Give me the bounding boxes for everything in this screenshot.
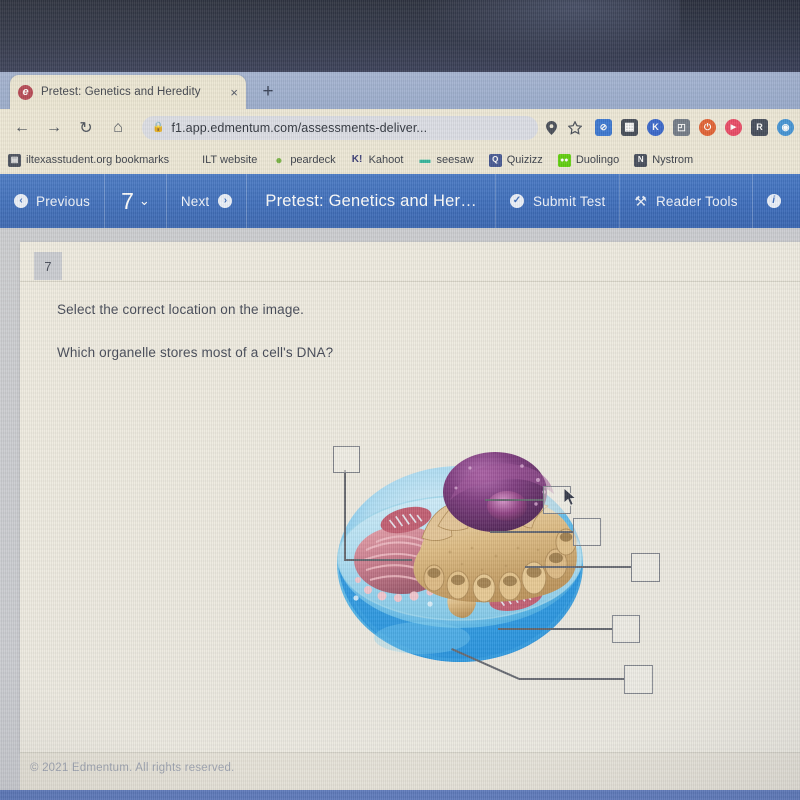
- reading-r-icon[interactable]: R: [751, 119, 768, 136]
- wrench-icon: ⚒: [634, 192, 647, 209]
- bookmark-label: Quizizz: [506, 154, 543, 166]
- address-bar-url: f1.app.edmentum.com/assessments-deliver.…: [171, 120, 428, 135]
- location-pin-icon[interactable]: [540, 117, 562, 139]
- question-prompt: Which organelle stores most of a cell's …: [57, 345, 334, 360]
- screen-glare: [420, 0, 680, 60]
- nucleolus: [487, 491, 527, 521]
- forward-icon[interactable]: →: [40, 114, 68, 142]
- duolingo-icon: ●●: [557, 153, 571, 167]
- previous-label: Previous: [36, 193, 91, 209]
- bookmark-label: peardeck: [290, 154, 336, 166]
- leader-line-2: [485, 499, 543, 501]
- bookmark-label: seesaw: [436, 154, 474, 166]
- bookmark-star-icon[interactable]: [564, 117, 586, 139]
- bookmark-label: Duolingo: [575, 154, 620, 166]
- bookmark-label: Kahoot: [368, 154, 404, 166]
- bookmark-nystrom[interactable]: N Nystrom: [634, 153, 694, 167]
- qr-code-icon[interactable]: ▦: [621, 119, 638, 136]
- home-icon[interactable]: ⌂: [104, 114, 132, 142]
- bookmark-duolingo[interactable]: ●● Duolingo: [557, 153, 620, 167]
- bookmark-peardeck[interactable]: ● peardeck: [272, 154, 335, 167]
- hotspot-6[interactable]: [624, 665, 653, 694]
- reload-icon[interactable]: ↻: [72, 114, 100, 142]
- assessment-toolbar: ‹ Previous 7 ⌄ Next › Pretest: Genetics …: [0, 174, 800, 228]
- close-icon[interactable]: ×: [230, 86, 238, 99]
- edmentum-e-icon: e: [18, 84, 33, 100]
- bookmark-seesaw[interactable]: ▬ seesaw: [418, 154, 473, 167]
- taskbar-strip: [0, 790, 800, 800]
- bookmark-label: iltexasstudent.org bookmarks: [26, 154, 170, 166]
- info-icon: i: [766, 194, 781, 208]
- kami-icon[interactable]: K: [647, 119, 664, 136]
- mouse-pointer: [563, 486, 577, 507]
- bookmark-ilt-website[interactable]: ILT website: [202, 154, 257, 166]
- question-instruction: Select the correct location on the image…: [57, 302, 305, 317]
- reader-tools-label: Reader Tools: [655, 193, 738, 209]
- peardeck-icon: ●: [275, 153, 283, 167]
- page-number-value: 7: [121, 187, 134, 214]
- leader-line-6-horizontal: [519, 678, 624, 680]
- hotspot-3[interactable]: [573, 518, 601, 546]
- browser-tabstrip: e Pretest: Genetics and Heredity × +: [0, 72, 800, 109]
- new-tab-button[interactable]: +: [258, 82, 278, 102]
- quizizz-icon: Q: [488, 153, 502, 167]
- bookmarks-bar: ▤ iltexasstudent.org bookmarks ILT websi…: [0, 146, 800, 174]
- tab-title: Pretest: Genetics and Heredity: [41, 86, 201, 98]
- page-number-dropdown[interactable]: 7 ⌄: [105, 174, 167, 228]
- address-bar[interactable]: 🔒 f1.app.edmentum.com/assessments-delive…: [142, 115, 538, 140]
- leader-line-3: [490, 531, 573, 533]
- browser-tab-active[interactable]: e Pretest: Genetics and Heredity ×: [10, 75, 246, 109]
- back-icon[interactable]: ←: [8, 114, 36, 142]
- bookmark-quizizz[interactable]: Q Quizizz: [488, 153, 543, 167]
- power-icon[interactable]: ⏻: [699, 119, 716, 136]
- chevron-left-icon: ‹: [14, 194, 28, 208]
- submit-test-button[interactable]: ✓ Submit Test: [496, 174, 621, 228]
- bookmark-folder-iltexasstudent[interactable]: ▤ iltexasstudent.org bookmarks: [8, 153, 170, 167]
- bookmark-kahoot[interactable]: K! Kahoot: [351, 154, 404, 167]
- folder-icon: ▤: [8, 153, 21, 167]
- previous-button[interactable]: ‹ Previous: [0, 174, 106, 228]
- reader-tools-button[interactable]: ⚒ Reader Tools: [620, 174, 753, 228]
- card-divider: [20, 281, 800, 282]
- desktop-background: [0, 0, 800, 72]
- next-label: Next: [180, 193, 210, 209]
- hotspot-4[interactable]: [631, 553, 660, 582]
- info-button[interactable]: i: [753, 174, 795, 228]
- next-button[interactable]: Next ›: [167, 174, 248, 228]
- nystrom-icon: N: [634, 153, 648, 167]
- hotspot-1[interactable]: [333, 446, 360, 473]
- screencastify-icon[interactable]: ◰: [673, 119, 690, 136]
- leader-line-1-horizontal: [344, 559, 412, 561]
- bookmark-label: ILT website: [202, 154, 258, 166]
- chevron-right-icon: ›: [218, 194, 233, 208]
- seesaw-icon: ▬: [419, 153, 431, 166]
- leader-line-5: [498, 628, 612, 630]
- screen-photo: e Pretest: Genetics and Heredity × + ← →…: [0, 0, 800, 800]
- bookmark-label: Nystrom: [652, 154, 694, 166]
- leader-line-4: [525, 566, 631, 568]
- test-name-label: Pretest: Genetics and Her…: [265, 191, 477, 210]
- leader-line-1-vertical: [344, 470, 346, 560]
- check-circle-icon: ✓: [509, 194, 524, 208]
- adblock-icon[interactable]: ⊘: [595, 119, 612, 136]
- chevron-down-icon: ⌄: [138, 193, 150, 208]
- question-number-badge: 7: [34, 252, 62, 280]
- copyright-text: © 2021 Edmentum. All rights reserved.: [30, 762, 235, 774]
- browser-toolbar: ← → ↻ ⌂ 🔒 f1.app.edmentum.com/assessment…: [0, 109, 800, 146]
- globe-profile-icon[interactable]: ◉: [777, 119, 794, 136]
- test-name: Pretest: Genetics and Her…: [247, 174, 496, 228]
- kahoot-icon: K!: [351, 154, 363, 165]
- loom-icon[interactable]: ▶: [725, 119, 742, 136]
- submit-test-label: Submit Test: [532, 193, 606, 209]
- lock-icon: 🔒: [152, 122, 165, 133]
- hotspot-5[interactable]: [612, 615, 640, 643]
